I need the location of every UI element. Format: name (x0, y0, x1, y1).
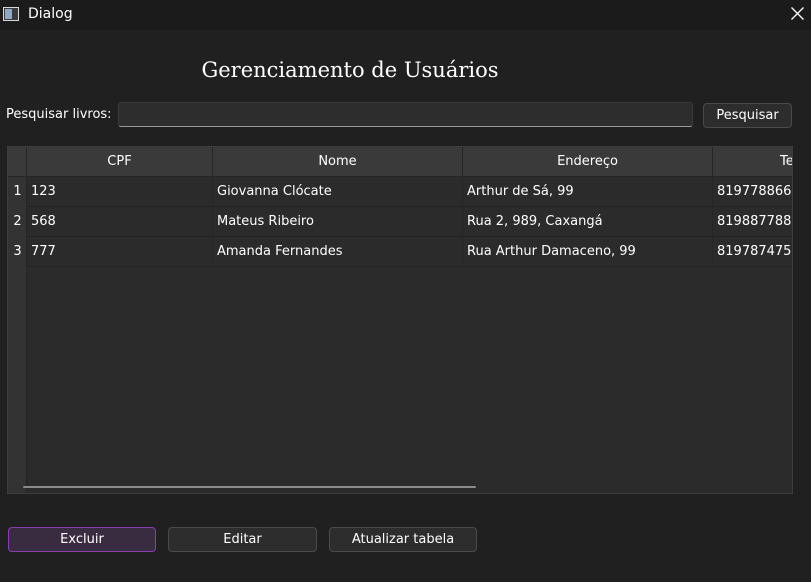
users-table[interactable]: CPF Nome Endereço Te 1 2 3 123 Giovanna … (7, 146, 793, 494)
delete-button[interactable]: Excluir (8, 527, 156, 552)
table-row[interactable]: 568 Mateus Ribeiro Rua 2, 989, Caxangá 8… (27, 207, 792, 237)
search-label: Pesquisar livros: (6, 107, 112, 122)
refresh-table-button[interactable]: Atualizar tabela (329, 527, 477, 552)
horizontal-scrollbar[interactable] (23, 486, 476, 488)
cell-endereco[interactable]: Rua Arthur Damaceno, 99 (463, 237, 713, 266)
table-row[interactable]: 123 Giovanna Clócate Arthur de Sá, 99 81… (27, 177, 792, 207)
close-button[interactable] (782, 0, 811, 28)
cell-nome[interactable]: Mateus Ribeiro (213, 207, 463, 236)
column-header-cpf[interactable]: CPF (27, 147, 213, 177)
cell-telefone[interactable]: 8197874757 (713, 237, 792, 266)
column-header-telefone[interactable]: Te (713, 147, 792, 177)
cell-cpf[interactable]: 123 (27, 177, 213, 206)
search-input[interactable] (118, 102, 693, 127)
app-window-icon (3, 7, 19, 21)
cell-telefone[interactable]: 8197788665 (713, 177, 792, 206)
close-icon (791, 7, 804, 20)
search-button[interactable]: Pesquisar (703, 103, 792, 128)
row-header[interactable]: 3 (8, 237, 27, 267)
page-title: Gerenciamento de Usuários (201, 58, 499, 82)
window-title: Dialog (28, 6, 73, 22)
row-header-column: 1 2 3 (8, 177, 27, 493)
cell-cpf[interactable]: 777 (27, 237, 213, 266)
cell-endereco[interactable]: Rua 2, 989, Caxangá (463, 207, 713, 236)
cell-endereco[interactable]: Arthur de Sá, 99 (463, 177, 713, 206)
column-header-nome[interactable]: Nome (213, 147, 463, 177)
title-bar: Dialog (0, 0, 811, 30)
row-header[interactable]: 2 (8, 207, 27, 237)
column-header-endereco[interactable]: Endereço (463, 147, 713, 177)
cell-nome[interactable]: Amanda Fernandes (213, 237, 463, 266)
row-header[interactable]: 1 (8, 177, 27, 207)
table-row[interactable]: 777 Amanda Fernandes Rua Arthur Damaceno… (27, 237, 792, 267)
table-corner-button[interactable] (8, 147, 27, 177)
cell-telefone[interactable]: 8198877889 (713, 207, 792, 236)
cell-nome[interactable]: Giovanna Clócate (213, 177, 463, 206)
edit-button[interactable]: Editar (168, 527, 317, 552)
cell-cpf[interactable]: 568 (27, 207, 213, 236)
